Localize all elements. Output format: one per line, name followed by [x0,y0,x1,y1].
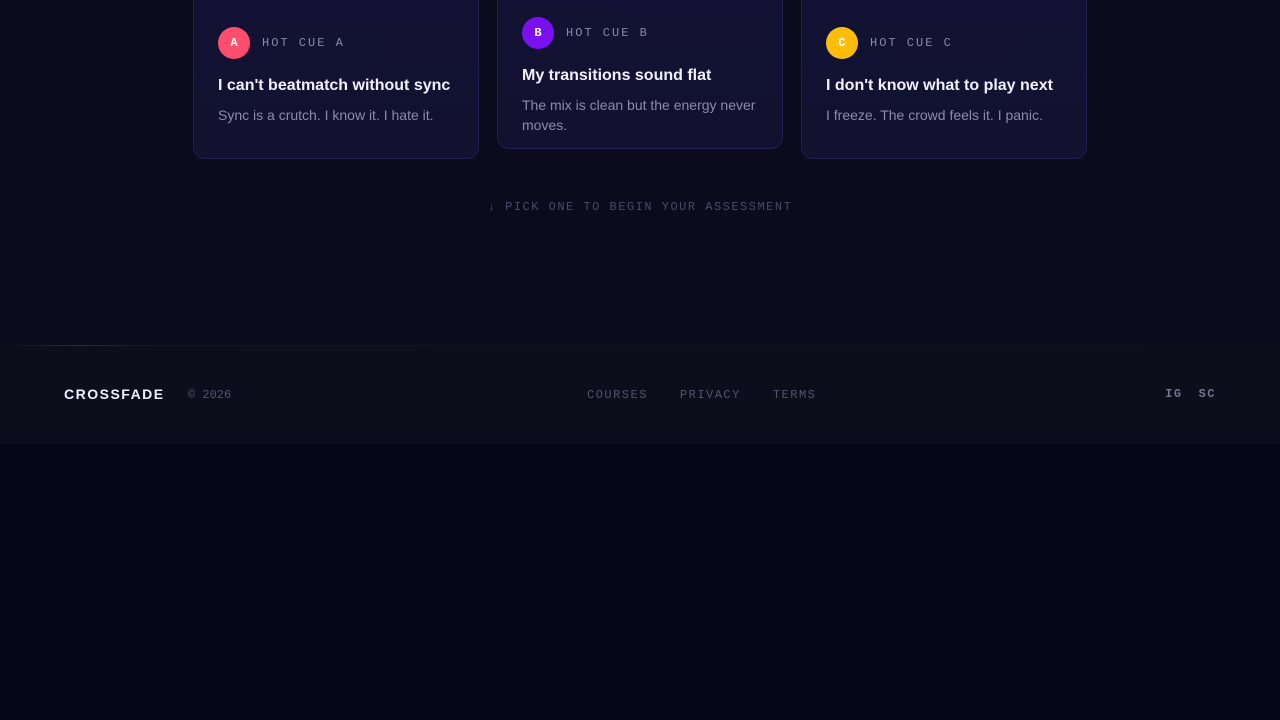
social-link-sc[interactable]: SC [1199,387,1216,401]
card-title-c: I don't know what to play next [826,77,1053,94]
hint-text: PICK ONE TO BEGIN YOUR ASSESSMENT [505,200,793,214]
cue-badge-a: A [218,27,250,59]
hot-cue-cards: A HOT CUE A I can't beatmatch without sy… [0,0,1280,170]
card-description-a: Sync is a crutch. I know it. I hate it. [218,107,434,123]
cue-badge-b: B [522,17,554,49]
social-link-ig[interactable]: IG [1165,387,1182,401]
hot-cue-card-b[interactable]: B HOT CUE B My transitions sound flat Th… [497,0,783,149]
hot-cue-card-c[interactable]: C HOT CUE C I don't know what to play ne… [801,0,1087,159]
hot-cue-card-a[interactable]: A HOT CUE A I can't beatmatch without sy… [193,0,479,159]
copyright: © 2026 [188,388,232,402]
footer-link-privacy[interactable]: PRIVACY [680,388,741,402]
footer-nav: COURSES PRIVACY TERMS [587,388,816,402]
social-links: IG SC [1165,387,1216,401]
footer-link-terms[interactable]: TERMS [773,388,817,402]
card-title-b: My transitions sound flat [522,67,712,84]
card-description-c: I freeze. The crowd feels it. I panic. [826,107,1043,123]
hero-section: A HOT CUE A I can't beatmatch without sy… [0,0,1280,346]
page: A HOT CUE A I can't beatmatch without sy… [0,0,1280,720]
footer-link-courses[interactable]: COURSES [587,388,648,402]
footer-brand[interactable]: CROSSFADE [64,386,165,402]
assessment-hint: ↓ PICK ONE TO BEGIN YOUR ASSESSMENT [0,200,1280,214]
cue-label-b: HOT CUE B [566,26,649,40]
cue-badge-c: C [826,27,858,59]
cue-label-c: HOT CUE C [870,36,953,50]
footer: CROSSFADE © 2026 COURSES PRIVACY TERMS I… [0,346,1280,444]
arrow-down-icon: ↓ [487,200,497,214]
card-description-b: The mix is clean but the energy never mo… [522,97,756,133]
cue-header: B HOT CUE B [522,17,758,49]
cue-header: C HOT CUE C [826,27,1062,59]
cue-header: A HOT CUE A [218,27,454,59]
card-title-a: I can't beatmatch without sync [218,77,451,94]
cue-label-a: HOT CUE A [262,36,345,50]
